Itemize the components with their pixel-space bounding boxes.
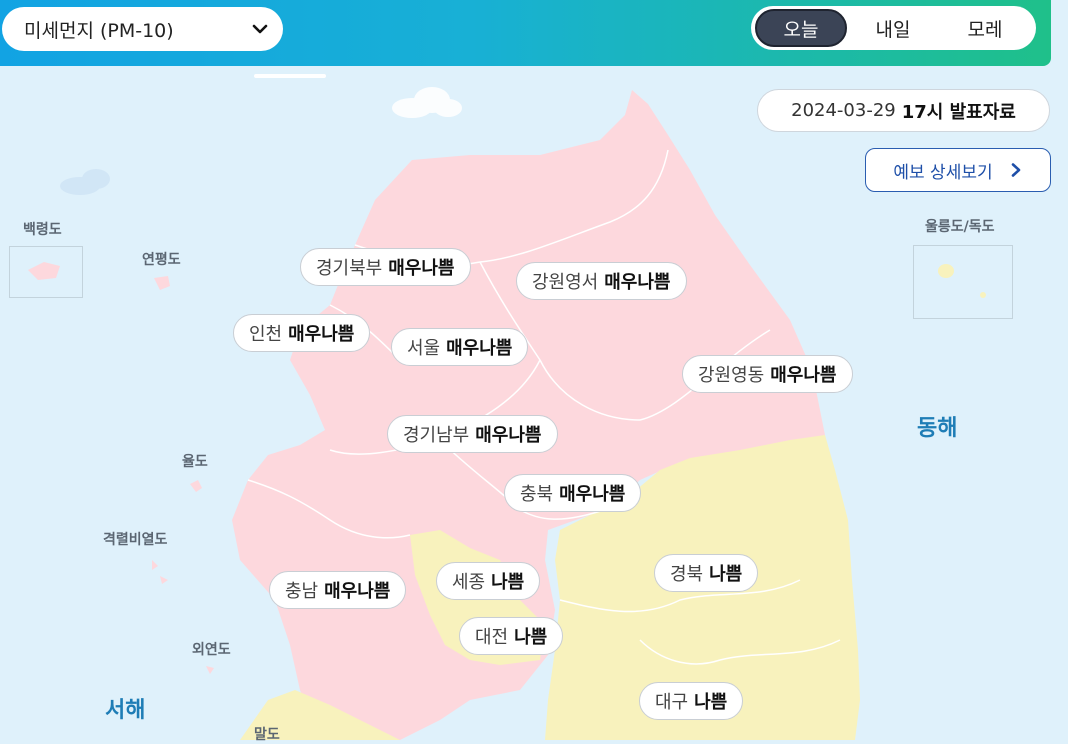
region-level: 나쁨 — [514, 627, 548, 648]
tab-today[interactable]: 오늘 — [755, 9, 847, 47]
region-level: 나쁨 — [694, 692, 728, 713]
release-date: 2024-03-29 — [791, 100, 896, 121]
region-label-gyeonggi-north[interactable]: 경기북부 매우나쁨 — [300, 248, 471, 286]
pollutant-select-label: 미세먼지 (PM-10) — [24, 19, 174, 42]
region-level: 매우나쁨 — [388, 258, 455, 279]
place-yuldo: 율도 — [182, 454, 208, 470]
pollutant-select[interactable]: 미세먼지 (PM-10) — [2, 7, 283, 51]
forecast-detail-label: 예보 상세보기 — [893, 162, 993, 183]
region-name: 경기남부 — [403, 425, 470, 446]
region-name: 인천 — [249, 324, 283, 345]
region-name: 경북 — [670, 564, 704, 585]
cloud-decoration-faint — [60, 169, 110, 195]
region-label-gangwon-east[interactable]: 강원영동 매우나쁨 — [682, 355, 853, 393]
region-level: 매우나쁨 — [559, 484, 626, 505]
release-time: 17시 발표자료 — [901, 101, 1016, 123]
place-gyeokryeol: 격렬비열도 — [103, 532, 168, 548]
ulleung-inset-box — [913, 245, 1013, 319]
region-name: 경기북부 — [316, 258, 383, 279]
region-name: 대전 — [475, 627, 509, 648]
tab-tomorrow[interactable]: 내일 — [847, 9, 939, 47]
region-level: 매우나쁨 — [446, 338, 513, 359]
region-level: 매우나쁨 — [324, 581, 391, 602]
place-maldo: 말도 — [254, 727, 280, 743]
place-oeyeon: 외연도 — [192, 642, 231, 658]
sea-west-label: 서해 — [105, 698, 146, 723]
region-name: 대구 — [655, 692, 689, 713]
sea-east-label: 동해 — [917, 416, 958, 441]
chevron-down-icon — [252, 24, 268, 34]
region-label-incheon[interactable]: 인천 매우나쁨 — [233, 314, 371, 352]
region-label-sejong[interactable]: 세종 나쁨 — [436, 562, 541, 600]
region-level: 매우나쁨 — [770, 365, 837, 386]
region-level: 나쁨 — [709, 564, 743, 585]
region-label-gyeongbuk[interactable]: 경북 나쁨 — [654, 554, 759, 592]
forecast-detail-button[interactable]: 예보 상세보기 — [865, 148, 1051, 192]
region-label-daegu[interactable]: 대구 나쁨 — [639, 682, 744, 720]
drag-handle[interactable] — [254, 74, 326, 78]
release-info: 2024-03-29 17시 발표자료 — [757, 89, 1050, 132]
place-ulleung-dokdo: 울릉도/독도 — [925, 219, 995, 235]
region-name: 강원영서 — [532, 272, 599, 293]
region-level: 매우나쁨 — [475, 425, 542, 446]
region-label-seoul[interactable]: 서울 매우나쁨 — [391, 328, 529, 366]
region-name: 서울 — [407, 338, 441, 359]
region-name: 충북 — [520, 484, 554, 505]
region-level: 매우나쁨 — [604, 272, 671, 293]
region-label-daejeon[interactable]: 대전 나쁨 — [459, 617, 564, 655]
place-baengnyeong: 백령도 — [23, 222, 62, 238]
region-label-gyeonggi-south[interactable]: 경기남부 매우나쁨 — [387, 415, 558, 453]
region-label-chungnam[interactable]: 충남 매우나쁨 — [269, 571, 407, 609]
region-level: 매우나쁨 — [288, 324, 355, 345]
baengnyeong-inset-box — [9, 246, 83, 298]
region-name: 강원영동 — [698, 365, 765, 386]
region-name: 세종 — [452, 572, 486, 593]
region-level: 나쁨 — [491, 572, 525, 593]
region-label-gangwon-west[interactable]: 강원영서 매우나쁨 — [516, 262, 687, 300]
place-yeonpyeong: 연평도 — [142, 252, 181, 268]
tab-day-after-tomorrow[interactable]: 모레 — [939, 9, 1031, 47]
region-label-chungbuk[interactable]: 충북 매우나쁨 — [504, 474, 642, 512]
chevron-right-icon — [1011, 163, 1020, 177]
top-header-bar: 미세먼지 (PM-10) 오늘 내일 모레 — [0, 0, 1051, 66]
day-tabs: 오늘 내일 모레 — [751, 6, 1036, 50]
cloud-decoration — [392, 87, 462, 118]
region-name: 충남 — [285, 581, 319, 602]
